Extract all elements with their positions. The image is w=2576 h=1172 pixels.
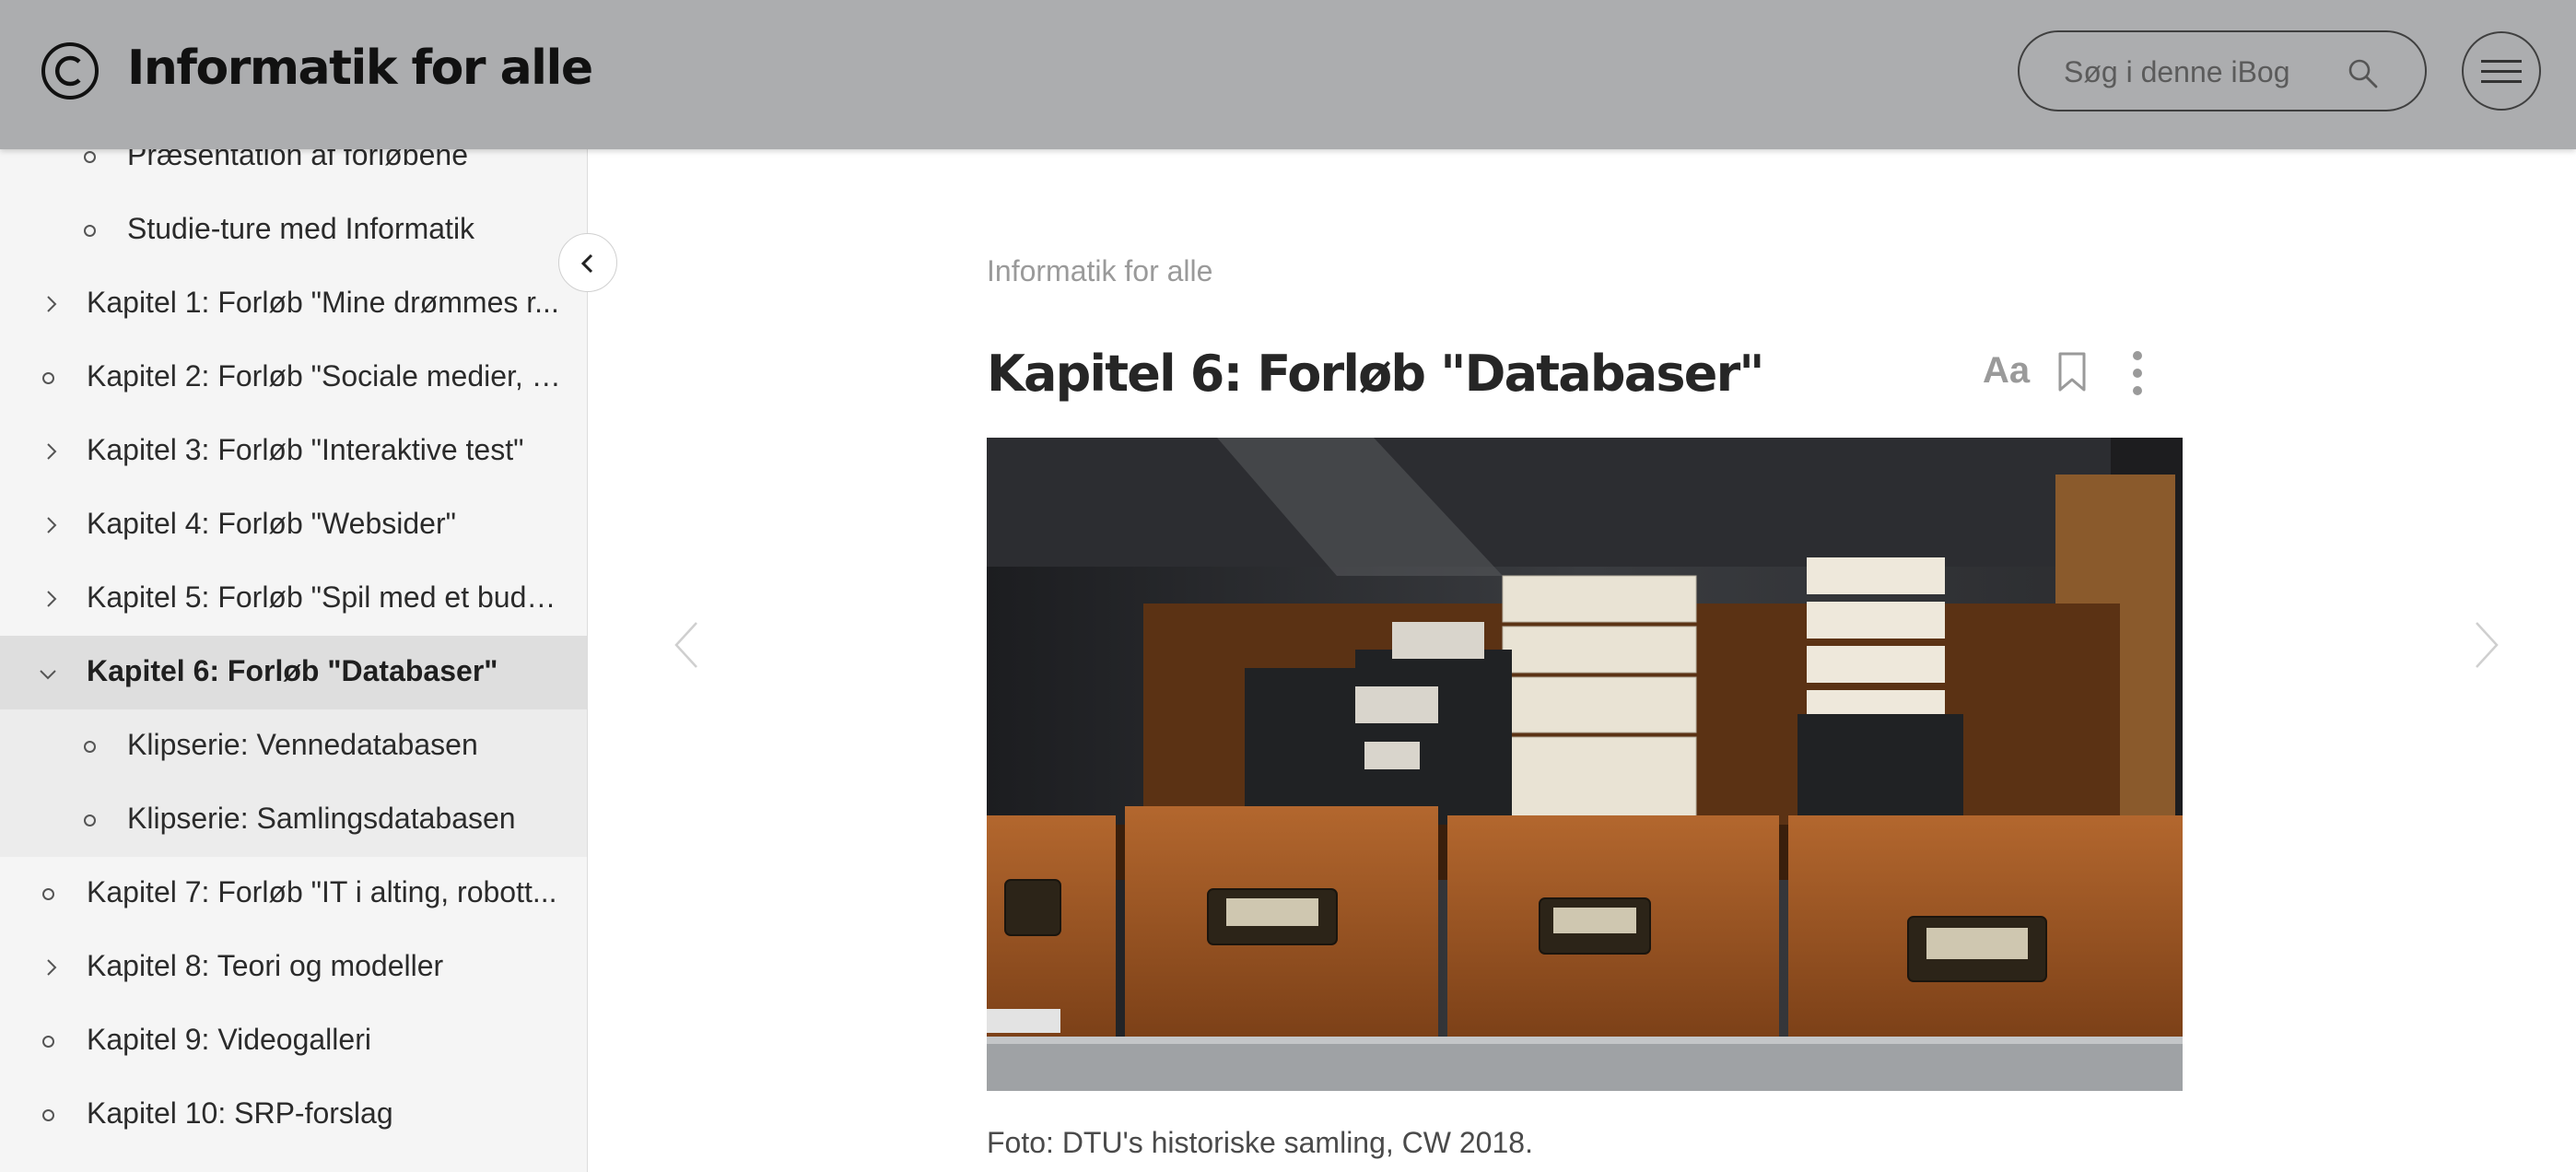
app-title[interactable]: Informatik for alle (127, 41, 593, 96)
chevron-right-icon[interactable] (42, 295, 61, 313)
toc-item-praesentation[interactable]: Præsentation af forløbene (0, 149, 587, 193)
collapse-sidebar-button[interactable] (558, 233, 617, 292)
search-box[interactable] (2018, 30, 2427, 111)
search-input[interactable] (2064, 49, 2349, 95)
toc-item-kapitel-4[interactable]: Kapitel 4: Forløb "Websider" (0, 488, 587, 562)
bullet-icon (42, 888, 54, 900)
toc-item-label: Kapitel 7: Forløb "IT i alting, robott..… (87, 875, 557, 908)
toc-item-label: Kapitel 6: Forløb "Databaser" (87, 654, 498, 687)
chevron-right-icon[interactable] (42, 958, 61, 977)
toc-item-kapitel-5[interactable]: Kapitel 5: Forløb "Spil med et buds... (0, 562, 587, 636)
toc-item-studie-ture[interactable]: Studie-ture med Informatik (0, 193, 587, 267)
toc-item-kapitel-3[interactable]: Kapitel 3: Forløb "Interaktive test" (0, 415, 587, 488)
toc-item-label: Kapitel 4: Forløb "Websider" (87, 507, 456, 540)
previous-page-icon[interactable] (673, 619, 700, 671)
more-vertical-icon[interactable] (2128, 350, 2147, 396)
font-size-button[interactable]: Aa (1983, 350, 2030, 392)
chevron-left-icon (580, 253, 593, 274)
toc-item-kapitel-7[interactable]: Kapitel 7: Forløb "IT i alting, robott..… (0, 857, 587, 931)
top-bar: Informatik for alle (0, 0, 2576, 149)
card-catalog-photo (987, 438, 2183, 1091)
toc-item-label: Klipserie: Samlingsdatabasen (127, 802, 516, 835)
toc-item-label: Kapitel 2: Forløb "Sociale medier, di... (87, 359, 575, 393)
figure-caption: Foto: DTU's historiske samling, CW 2018. (987, 1126, 1533, 1159)
bullet-icon (84, 815, 96, 826)
bullet-icon (42, 1036, 54, 1048)
menu-line (2481, 70, 2522, 73)
toc-item-samlingsdatabasen[interactable]: Klipserie: Samlingsdatabasen (0, 783, 587, 857)
chevron-down-icon[interactable] (39, 665, 57, 684)
toc-item-kapitel-1[interactable]: Kapitel 1: Forløb "Mine drømmes r... (0, 267, 587, 341)
bullet-icon (42, 372, 54, 384)
toc-item-kapitel-8[interactable]: Kapitel 8: Teori og modeller (0, 931, 587, 1004)
table-of-contents: Præsentation af forløbene Studie-ture me… (0, 149, 588, 1172)
bullet-icon (84, 225, 96, 237)
toc-item-kapitel-10[interactable]: Kapitel 10: SRP-forslag (0, 1078, 587, 1152)
toc-item-label: Klipserie: Vennedatabasen (127, 728, 478, 761)
copyright-icon[interactable] (41, 41, 100, 100)
page-title: Kapitel 6: Forløb "Databaser" (987, 345, 1765, 403)
breadcrumb[interactable]: Informatik for alle (987, 254, 1212, 288)
toc-item-label: Kapitel 9: Videogalleri (87, 1023, 371, 1056)
chevron-right-icon[interactable] (42, 516, 61, 534)
toc-item-kapitel-2[interactable]: Kapitel 2: Forløb "Sociale medier, di... (0, 341, 587, 415)
toc-item-vennedatabasen[interactable]: Klipserie: Vennedatabasen (0, 709, 587, 783)
search-icon[interactable] (2348, 58, 2379, 89)
toc-item-label: Præsentation af forløbene (127, 149, 468, 171)
toc-item-label: Studie-ture med Informatik (127, 212, 475, 245)
toc-item-label: Kapitel 5: Forløb "Spil med et buds... (87, 580, 566, 614)
chevron-right-icon[interactable] (42, 442, 61, 461)
toc-item-kapitel-6[interactable]: Kapitel 6: Forløb "Databaser" (0, 636, 587, 709)
bullet-icon (84, 151, 96, 163)
bookmark-icon[interactable] (2057, 352, 2087, 393)
bullet-icon (84, 741, 96, 753)
toc-item-label: Kapitel 8: Teori og modeller (87, 949, 444, 982)
toc-item-label: Kapitel 10: SRP-forslag (87, 1096, 393, 1130)
chevron-right-icon[interactable] (42, 590, 61, 608)
next-page-icon[interactable] (2473, 619, 2500, 671)
toc-item-label: Kapitel 3: Forløb "Interaktive test" (87, 433, 524, 466)
menu-line (2481, 80, 2522, 83)
menu-line (2481, 60, 2522, 63)
bullet-icon (42, 1109, 54, 1121)
toc-item-label: Kapitel 1: Forløb "Mine drømmes r... (87, 286, 559, 319)
hamburger-menu-icon[interactable] (2462, 31, 2541, 111)
toc-item-kapitel-9[interactable]: Kapitel 9: Videogalleri (0, 1004, 587, 1078)
